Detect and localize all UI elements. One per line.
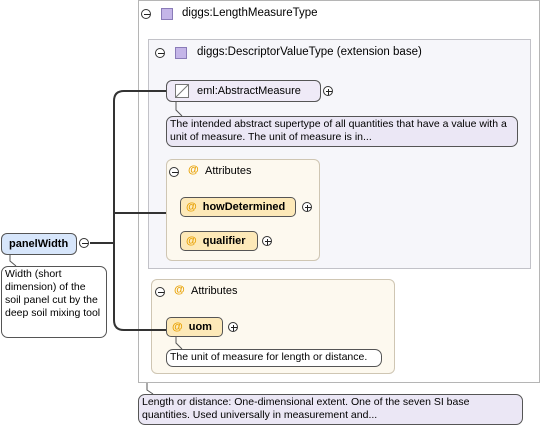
connector-lines [9,90,183,395]
